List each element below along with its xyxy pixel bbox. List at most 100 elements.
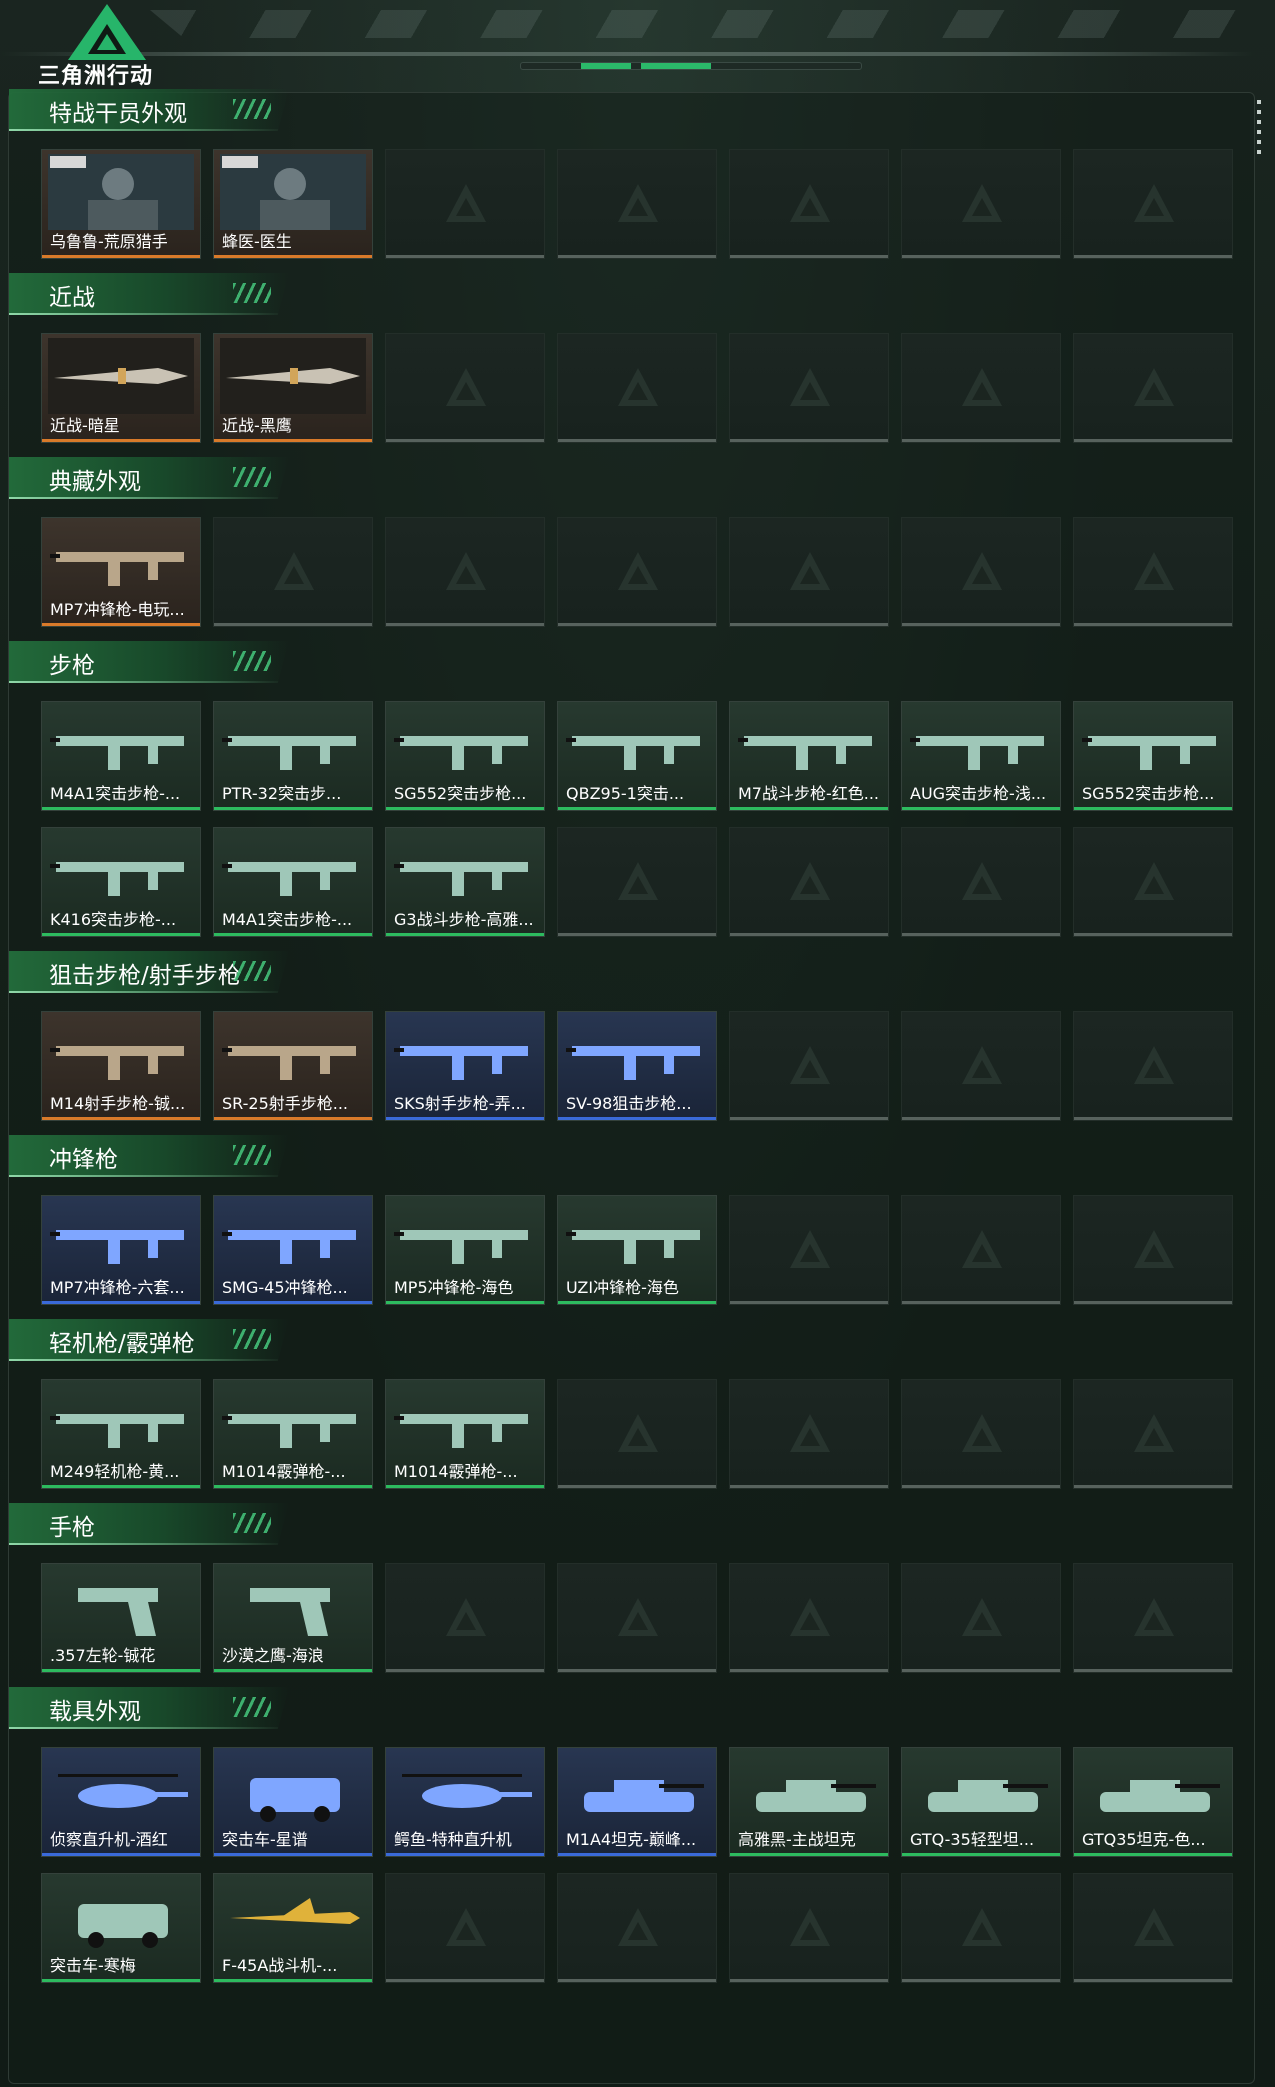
empty-slot [729, 1873, 889, 1983]
rarity-bar [1074, 807, 1232, 810]
rifle-icon [394, 862, 528, 896]
rarity-bar [558, 1853, 716, 1856]
empty-slot [901, 1379, 1061, 1489]
empty-slot [385, 1563, 545, 1673]
empty-slot [557, 149, 717, 259]
item-tile[interactable]: M1014霰弹枪-... [213, 1379, 373, 1489]
item-name: PTR-32突击步... [222, 784, 342, 803]
item-tile[interactable]: GTQ-35轻型坦... [901, 1747, 1061, 1857]
item-tile[interactable]: 近战-暗星 [41, 333, 201, 443]
item-tile[interactable]: UZI冲锋枪-海色 [557, 1195, 717, 1305]
tank-icon [756, 1780, 876, 1812]
rarity-bar [42, 1669, 200, 1672]
header-slashes-decor [233, 1329, 271, 1349]
rarity-bar [386, 1853, 544, 1856]
item-tile[interactable]: MP7冲锋枪-电玩... [41, 517, 201, 627]
item-tile[interactable]: 突击车-星谱 [213, 1747, 373, 1857]
empty-slot [729, 1563, 889, 1673]
item-tile[interactable]: 侦察直升机-酒红 [41, 1747, 201, 1857]
item-tile[interactable]: M4A1突击步枪-... [41, 701, 201, 811]
item-tile[interactable]: GTQ35坦克-色... [1073, 1747, 1233, 1857]
placeholder-logo-icon [790, 552, 830, 590]
tank-icon [1100, 1780, 1220, 1812]
item-name: 蜂医-医生 [222, 232, 292, 251]
item-name: M4A1突击步枪-... [222, 910, 353, 929]
item-name: 沙漠之鹰-海浪 [222, 1646, 324, 1665]
item-tile[interactable]: PTR-32突击步... [213, 701, 373, 811]
rarity-bar [214, 933, 372, 936]
item-tile[interactable]: SR-25射手步枪... [213, 1011, 373, 1121]
item-tile[interactable]: SG552突击步枪... [1073, 701, 1233, 811]
empty-slot [1073, 1563, 1233, 1673]
item-tile[interactable]: AUG突击步枪-浅... [901, 701, 1061, 811]
rarity-bar [42, 807, 200, 810]
section-header: 冲锋枪 [9, 1135, 289, 1177]
item-tile[interactable]: M14射手步枪-铖... [41, 1011, 201, 1121]
placeholder-logo-icon [1134, 1046, 1174, 1084]
placeholder-logo-icon [1134, 368, 1174, 406]
logo-text: 三角洲行动 [38, 64, 154, 89]
tank-icon [584, 1780, 704, 1812]
placeholder-logo-icon [1134, 862, 1174, 900]
rarity-bar [558, 1301, 716, 1304]
item-tile[interactable]: SKS射手步枪-弄... [385, 1011, 545, 1121]
item-tile[interactable]: M4A1突击步枪-... [213, 827, 373, 937]
item-tile[interactable]: M1014霰弹枪-... [385, 1379, 545, 1489]
pistol-icon [78, 1588, 158, 1636]
scrollbar[interactable] [1257, 100, 1261, 160]
item-tile[interactable]: SG552突击步枪... [385, 701, 545, 811]
item-name: SV-98狙击步枪... [566, 1094, 692, 1113]
rarity-bar [386, 933, 544, 936]
item-name: .357左轮-铖花 [50, 1646, 156, 1665]
item-tile[interactable]: 突击车-寒梅 [41, 1873, 201, 1983]
item-tile[interactable]: 沙漠之鹰-海浪 [213, 1563, 373, 1673]
placeholder-logo-icon [790, 1598, 830, 1636]
item-tile[interactable]: M1A4坦克-巅峰... [557, 1747, 717, 1857]
placeholder-logo-icon [446, 1908, 486, 1946]
jet-icon [230, 1898, 360, 1924]
rarity-bar [214, 1979, 372, 1982]
section-title: 近战 [49, 285, 95, 311]
rarity-bar [214, 439, 372, 442]
item-tile[interactable]: 近战-黑鹰 [213, 333, 373, 443]
item-tile[interactable]: 高雅黑-主战坦克 [729, 1747, 889, 1857]
item-tile[interactable]: .357左轮-铖花 [41, 1563, 201, 1673]
sniper-rifle-icon [566, 1046, 700, 1080]
placeholder-logo-icon [962, 552, 1002, 590]
header-decor-stripes [150, 10, 1270, 38]
rarity-bar [902, 1853, 1060, 1856]
item-tile[interactable]: K416突击步枪-... [41, 827, 201, 937]
rarity-bar [42, 1979, 200, 1982]
item-tile[interactable]: SMG-45冲锋枪... [213, 1195, 373, 1305]
item-name: F-45A战斗机-... [222, 1956, 338, 1975]
item-tile[interactable]: 乌鲁鲁-荒原猎手 [41, 149, 201, 259]
rifle-icon [566, 736, 700, 770]
placeholder-logo-icon [790, 184, 830, 222]
placeholder-logo-icon [1134, 552, 1174, 590]
item-tile[interactable]: MP5冲锋枪-海色 [385, 1195, 545, 1305]
item-tile[interactable]: F-45A战斗机-... [213, 1873, 373, 1983]
placeholder-logo-icon [1134, 1908, 1174, 1946]
smg-icon [50, 552, 184, 586]
smg-icon [566, 1230, 700, 1264]
item-tile[interactable]: 鳄鱼-特种直升机 [385, 1747, 545, 1857]
shotgun-icon [394, 1414, 528, 1448]
header-progress-decor [520, 62, 862, 70]
placeholder-logo-icon [618, 184, 658, 222]
placeholder-logo-icon [618, 862, 658, 900]
item-tile[interactable]: SV-98狙击步枪... [557, 1011, 717, 1121]
item-name: M4A1突击步枪-... [50, 784, 181, 803]
item-name: M7战斗步枪-红色... [738, 784, 880, 803]
item-tile[interactable]: M249轻机枪-黄... [41, 1379, 201, 1489]
item-tile[interactable]: M7战斗步枪-红色... [729, 701, 889, 811]
section-title: 载具外观 [49, 1699, 141, 1725]
item-tile[interactable]: MP7冲锋枪-六套... [41, 1195, 201, 1305]
item-tile[interactable]: G3战斗步枪-高雅... [385, 827, 545, 937]
item-tile[interactable]: 蜂医-医生 [213, 149, 373, 259]
rarity-bar [214, 1669, 372, 1672]
sniper-rifle-icon [394, 1046, 528, 1080]
item-name: SKS射手步枪-弄... [394, 1094, 526, 1113]
rarity-bar [558, 807, 716, 810]
item-name: 突击车-寒梅 [50, 1956, 136, 1975]
item-tile[interactable]: QBZ95-1突击... [557, 701, 717, 811]
